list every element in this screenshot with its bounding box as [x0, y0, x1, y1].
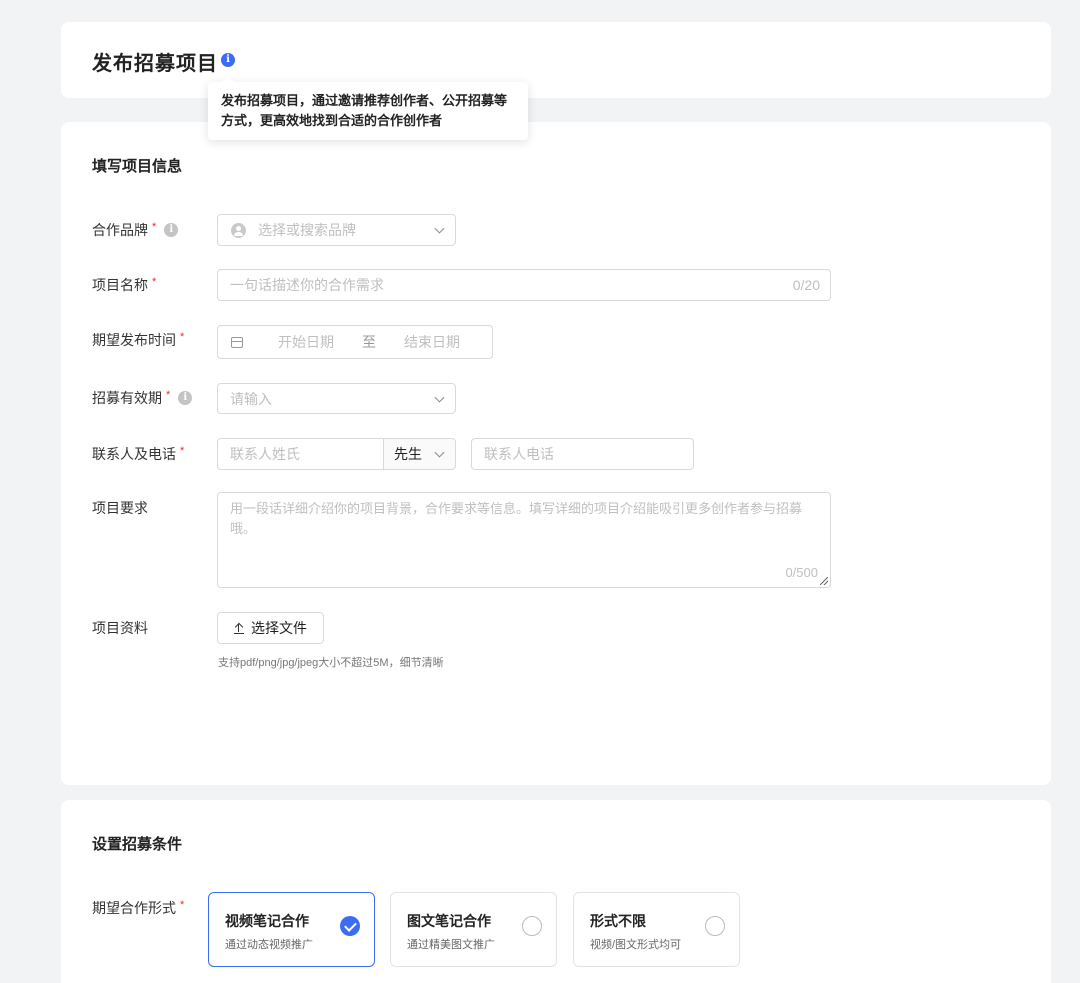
- select-file-label: 选择文件: [251, 620, 307, 636]
- contact-name-input[interactable]: 联系人姓氏: [217, 438, 384, 470]
- validity-select[interactable]: 请输入: [217, 383, 456, 414]
- option-desc: 通过精美图文推广: [407, 939, 495, 951]
- radio-circle-icon[interactable]: [705, 916, 725, 936]
- upload-icon: [234, 623, 244, 634]
- info-tooltip: 发布招募项目，通过邀请推荐创作者、公开招募等方式，更高效地找到合适的合作创作者: [208, 82, 528, 140]
- resize-handle[interactable]: [820, 577, 828, 585]
- validity-placeholder: 请输入: [230, 390, 272, 407]
- option-title: 图文笔记合作: [407, 913, 491, 929]
- page: 发布招募项目 i 发布招募项目，通过邀请推荐创作者、公开招募等方式，更高效地找到…: [0, 0, 1080, 983]
- validity-label-text: 招募有效期: [92, 390, 162, 406]
- chevron-down-icon: [434, 392, 445, 403]
- required-mark: *: [180, 445, 185, 457]
- required-mark: *: [166, 389, 171, 401]
- select-file-button[interactable]: 选择文件: [217, 612, 324, 644]
- start-date-placeholder[interactable]: 开始日期: [278, 332, 334, 352]
- project-name-placeholder: 一句话描述你的合作需求: [230, 277, 384, 293]
- materials-label-text: 项目资料: [92, 620, 148, 636]
- brand-placeholder: 选择或搜索品牌: [258, 222, 356, 238]
- contact-name-placeholder: 联系人姓氏: [230, 446, 300, 462]
- publish-time-label-text: 期望发布时间: [92, 332, 176, 348]
- option-title: 视频笔记合作: [225, 913, 309, 929]
- help-icon[interactable]: i: [164, 223, 179, 237]
- section-title-conditions: 设置招募条件: [92, 836, 183, 853]
- date-separator: 至: [362, 334, 376, 350]
- project-name-label-text: 项目名称: [92, 277, 148, 293]
- requirements-label-text: 项目要求: [92, 500, 148, 516]
- tooltip-arrow: [222, 76, 234, 82]
- chevron-down-icon: [434, 447, 445, 458]
- brand-select[interactable]: 选择或搜索品牌: [217, 214, 456, 246]
- salutation-select[interactable]: 先生: [383, 438, 456, 470]
- user-icon: [231, 222, 246, 238]
- contact-phone-input[interactable]: 联系人电话: [471, 438, 694, 470]
- contact-label: 联系人及电话 *: [92, 444, 184, 464]
- help-icon[interactable]: i: [178, 391, 193, 405]
- upload-hint: 支持pdf/png/jpg/jpeg大小不超过5M，细节清晰: [218, 657, 444, 669]
- date-range-picker[interactable]: 开始日期 至 结束日期: [217, 325, 493, 359]
- cooperation-form-label-text: 期望合作形式: [92, 900, 176, 916]
- check-circle-icon[interactable]: [340, 916, 360, 936]
- required-mark: *: [180, 899, 185, 911]
- cooperation-form-label: 期望合作形式 *: [92, 898, 184, 918]
- option-desc: 视频/图文形式均可: [590, 939, 682, 951]
- contact-label-text: 联系人及电话: [92, 446, 176, 462]
- project-name-label: 项目名称 *: [92, 275, 156, 295]
- project-name-input[interactable]: 一句话描述你的合作需求 0/20: [217, 269, 831, 301]
- char-count: 0/500: [785, 565, 818, 580]
- option-any-form[interactable]: 形式不限 视频/图文形式均可: [573, 892, 740, 967]
- materials-label: 项目资料: [92, 618, 148, 638]
- brand-label: 合作品牌 * i: [92, 220, 179, 240]
- publish-time-label: 期望发布时间 *: [92, 330, 184, 350]
- requirements-textarea[interactable]: 用一段话详细介绍你的项目背景，合作要求等信息。填写详细的项目介绍能吸引更多创作者…: [217, 492, 831, 588]
- radio-circle-icon[interactable]: [522, 916, 542, 936]
- char-count: 0/20: [792, 277, 820, 293]
- option-image-note[interactable]: 图文笔记合作 通过精美图文推广: [390, 892, 557, 967]
- option-desc: 通过动态视频推广: [225, 939, 313, 951]
- requirements-label: 项目要求: [92, 498, 148, 518]
- info-icon[interactable]: i: [221, 53, 235, 67]
- required-mark: *: [152, 276, 157, 288]
- page-title: 发布招募项目: [92, 53, 218, 75]
- brand-label-text: 合作品牌: [92, 222, 148, 238]
- end-date-placeholder[interactable]: 结束日期: [404, 332, 460, 352]
- option-title: 形式不限: [590, 913, 646, 929]
- section-title-info: 填写项目信息: [92, 158, 183, 175]
- option-video-note[interactable]: 视频笔记合作 通过动态视频推广: [208, 892, 375, 967]
- validity-label: 招募有效期 * i: [92, 388, 193, 408]
- required-mark: *: [180, 331, 185, 343]
- contact-phone-placeholder: 联系人电话: [484, 446, 554, 462]
- required-mark: *: [152, 221, 157, 233]
- requirements-placeholder: 用一段话详细介绍你的项目背景，合作要求等信息。填写详细的项目介绍能吸引更多创作者…: [230, 501, 803, 536]
- calendar-icon: [231, 336, 243, 348]
- salutation-value: 先生: [394, 446, 422, 462]
- chevron-down-icon: [434, 223, 445, 234]
